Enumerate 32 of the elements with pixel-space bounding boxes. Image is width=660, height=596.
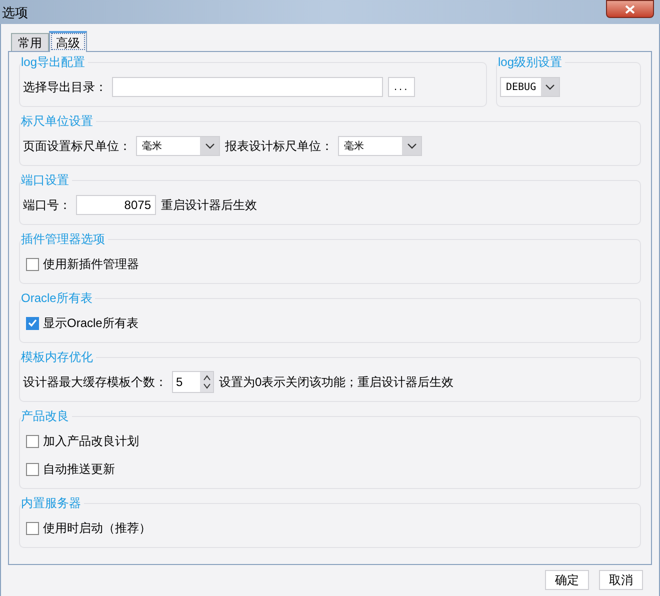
checkbox[interactable]: 使用新插件管理器: [26, 255, 139, 273]
browse-button[interactable]: ...: [388, 77, 416, 97]
field-label: 重启设计器后生效: [161, 197, 257, 214]
port-field[interactable]: 8075: [76, 195, 156, 215]
dialog-button[interactable]: 确定: [545, 570, 589, 590]
tab[interactable]: 高级: [49, 31, 87, 52]
field-label: 设置为0表示关闭该功能；重启设计器后生效: [219, 374, 454, 391]
group-title: Oracle所有表: [21, 290, 96, 306]
checkbox[interactable]: 使用时启动（推荐）: [26, 519, 151, 537]
dropdown[interactable]: 毫米: [338, 136, 422, 156]
field-label: 选择导出目录：: [23, 79, 107, 96]
group-title: log级别设置: [498, 54, 566, 70]
checkbox[interactable]: 自动推送更新: [26, 460, 115, 478]
dropdown[interactable]: 毫米: [136, 136, 220, 156]
group-title: 端口设置: [21, 172, 72, 188]
field-label: 报表设计标尺单位：: [225, 138, 333, 155]
field-label: 设计器最大缓存模板个数：: [23, 374, 167, 391]
group-title: 模板内存优化: [21, 349, 96, 365]
tab[interactable]: 常用: [11, 33, 49, 51]
group-title: 产品改良: [21, 408, 72, 424]
field-label: 页面设置标尺单位：: [23, 138, 131, 155]
group-title: log导出配置: [21, 54, 88, 70]
group-title: 内置服务器: [21, 495, 84, 511]
dialog-button[interactable]: 取消: [599, 570, 643, 590]
dropdown[interactable]: DEBUG: [500, 77, 560, 97]
window-title: 选项: [1, 4, 28, 22]
group-title: 标尺单位设置: [21, 113, 96, 129]
number-spinner[interactable]: 5: [172, 371, 214, 393]
group-title: 插件管理器选项: [21, 231, 108, 247]
checkbox[interactable]: 加入产品改良计划: [26, 432, 139, 450]
field-label: 端口号：: [23, 197, 71, 214]
checkbox[interactable]: 显示Oracle所有表: [26, 314, 138, 332]
